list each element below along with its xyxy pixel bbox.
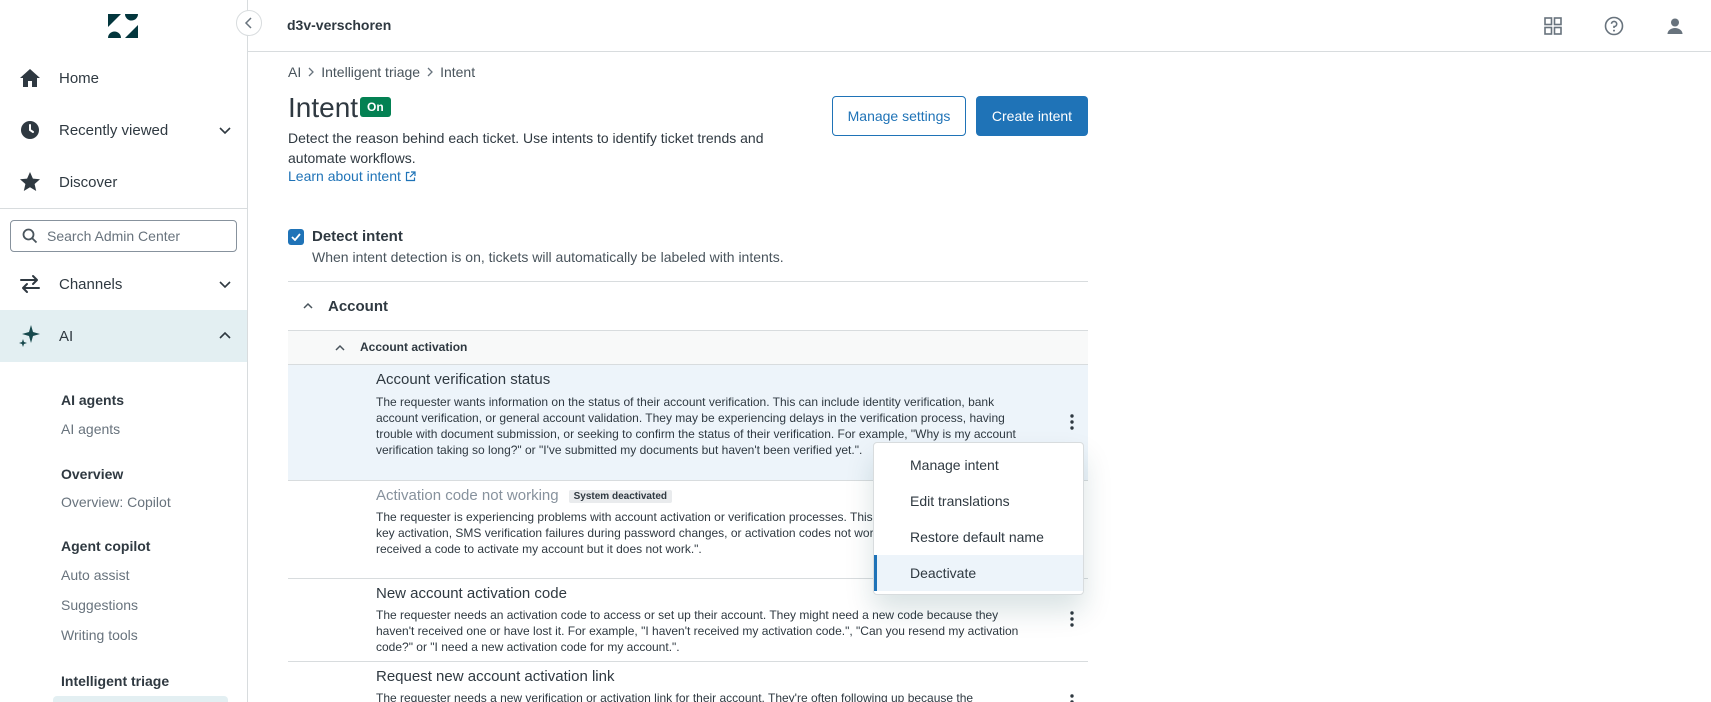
admin-search[interactable] <box>10 220 237 252</box>
search-icon <box>22 228 38 244</box>
chevron-down-icon <box>219 281 231 289</box>
account-name: d3v-verschoren <box>287 17 392 33</box>
menu-item-deactivate[interactable]: Deactivate <box>874 555 1083 591</box>
arrows-swap-icon <box>20 275 40 293</box>
collapse-sidebar-button[interactable] <box>236 10 262 36</box>
sidebar-item-ai[interactable]: AI <box>0 310 247 362</box>
zendesk-logo-icon[interactable] <box>108 14 138 38</box>
sidebar-link-ai-agents[interactable]: AI agents <box>61 421 120 437</box>
status-badge: On <box>360 97 391 117</box>
intent-title: New account activation code <box>376 585 567 602</box>
create-intent-button[interactable]: Create intent <box>976 96 1088 136</box>
detect-intent-checkbox[interactable] <box>288 229 304 245</box>
breadcrumb-item-ai[interactable]: AI <box>288 64 301 80</box>
clock-icon <box>21 121 39 139</box>
chevron-up-icon <box>219 331 231 339</box>
manage-settings-button[interactable]: Manage settings <box>832 96 966 136</box>
help-icon[interactable] <box>1603 15 1625 37</box>
sidebar-item-recently-viewed[interactable]: Recently viewed <box>0 104 247 156</box>
home-icon <box>20 69 40 87</box>
menu-item-manage-intent[interactable]: Manage intent <box>874 447 1083 483</box>
chevron-up-icon <box>335 344 345 351</box>
breadcrumb: AI Intelligent triage Intent <box>288 64 475 80</box>
sidebar-item-label: Recently viewed <box>59 121 169 139</box>
menu-item-restore-default-name[interactable]: Restore default name <box>874 519 1083 555</box>
sidebar-item-label: Discover <box>59 173 118 191</box>
sidebar-section-heading: Agent copilot <box>61 538 151 554</box>
sidebar-item-home[interactable]: Home <box>0 52 247 104</box>
intent-description: The requester needs an activation code t… <box>376 608 1019 654</box>
intent-group-account[interactable]: Account <box>288 282 1088 330</box>
intent-options-menu: Manage intent Edit translations Restore … <box>873 442 1084 595</box>
sidebar-item-label: AI <box>59 327 74 345</box>
sidebar: Home Recently viewed Discover Channels A… <box>0 0 248 702</box>
subgroup-label: Account activation <box>360 340 468 354</box>
intent-title-text: Activation code not working <box>376 487 559 504</box>
page-title: Intent <box>288 92 359 123</box>
breadcrumb-item-intelligent-triage[interactable]: Intelligent triage <box>321 64 420 80</box>
user-icon[interactable] <box>1664 15 1686 37</box>
chevron-up-icon <box>303 302 313 309</box>
sidebar-item-label: Channels <box>59 275 123 293</box>
sidebar-section-heading: Intelligent triage <box>61 673 170 689</box>
checkmark-icon <box>291 233 301 241</box>
more-options-button[interactable] <box>1066 412 1078 432</box>
products-grid-icon[interactable] <box>1542 15 1564 37</box>
learn-about-intent-link[interactable]: Learn about intent <box>288 168 416 184</box>
intent-subgroup-account-activation[interactable]: Account activation <box>288 331 1088 365</box>
intent-row[interactable]: Request new account activation link The … <box>288 662 1088 702</box>
page-description: Detect the reason behind each ticket. Us… <box>288 130 764 166</box>
chevron-left-icon <box>244 17 252 29</box>
intent-description: The requester needs a new verification o… <box>376 691 974 702</box>
more-options-button[interactable] <box>1066 692 1078 702</box>
chevron-right-icon <box>427 67 433 77</box>
sidebar-link-auto-assist[interactable]: Auto assist <box>61 567 129 583</box>
sidebar-item-channels[interactable]: Channels <box>0 258 247 310</box>
top-bar: d3v-verschoren <box>248 0 1711 52</box>
overflow-vertical-icon <box>1070 414 1074 430</box>
chevron-down-icon <box>219 127 231 135</box>
sidebar-section-heading: AI agents <box>61 392 125 408</box>
group-label: Account <box>328 297 388 315</box>
search-input[interactable] <box>47 226 227 246</box>
sidebar-section-heading: Overview <box>61 466 124 482</box>
sidebar-item-discover[interactable]: Discover <box>0 156 247 208</box>
system-deactivated-badge: System deactivated <box>568 489 672 503</box>
star-icon <box>20 172 40 191</box>
intent-title: Account verification status <box>376 371 551 388</box>
more-options-button[interactable] <box>1066 609 1078 629</box>
intent-title: Activation code not working System deacti… <box>376 487 672 504</box>
detect-intent-hint: When intent detection is on, tickets wil… <box>312 249 784 265</box>
sparkle-icon <box>19 325 40 347</box>
sidebar-item-label: Home <box>59 69 100 87</box>
detect-intent-label: Detect intent <box>312 228 403 245</box>
sidebar-link-suggestions[interactable]: Suggestions <box>61 597 138 613</box>
breadcrumb-item-intent: Intent <box>440 64 476 80</box>
sidebar-link-writing-tools[interactable]: Writing tools <box>61 627 138 643</box>
sidebar-link-overview-copilot[interactable]: Overview: Copilot <box>61 494 171 510</box>
learn-link-label: Learn about intent <box>288 168 401 184</box>
external-link-icon <box>405 170 416 181</box>
overflow-vertical-icon <box>1070 694 1074 702</box>
sidebar-divider <box>0 208 247 209</box>
chevron-right-icon <box>308 67 315 77</box>
menu-item-edit-translations[interactable]: Edit translations <box>874 483 1083 519</box>
intent-title: Request new account activation link <box>376 668 615 685</box>
sidebar-selected-item[interactable] <box>53 696 228 702</box>
overflow-vertical-icon <box>1070 611 1074 627</box>
